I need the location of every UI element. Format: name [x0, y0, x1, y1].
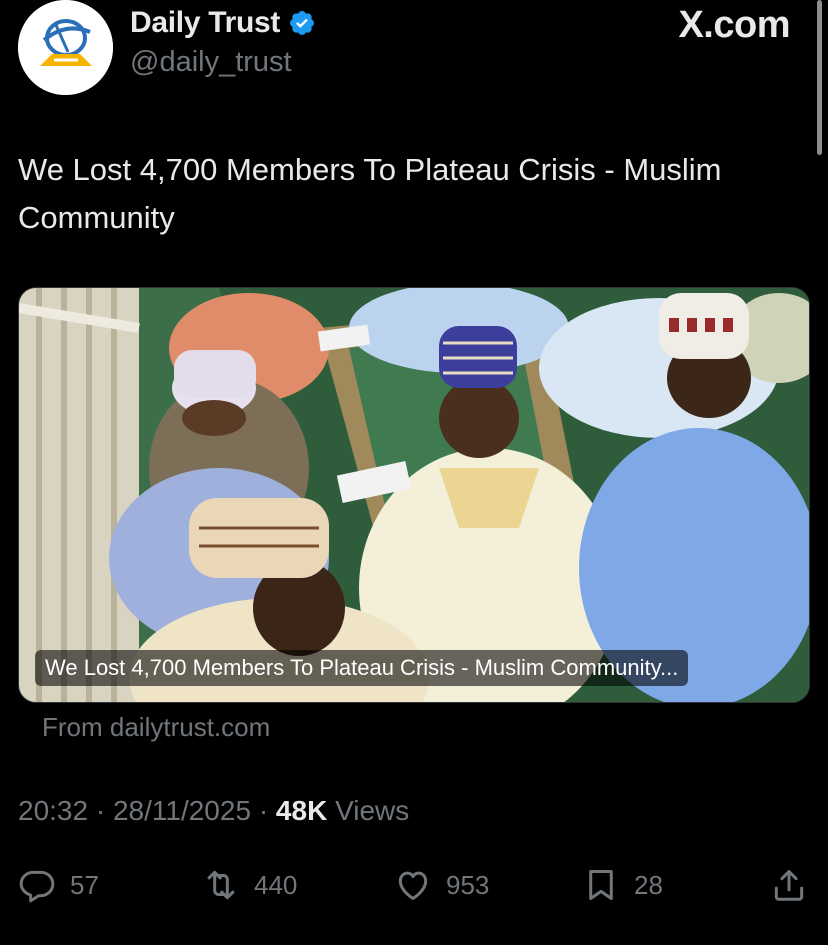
- brand-watermark: X.com: [678, 4, 790, 46]
- meta-separator: ·: [258, 795, 269, 826]
- reply-count: 57: [70, 869, 99, 900]
- views-label: Views: [335, 795, 410, 826]
- scrollbar[interactable]: [817, 0, 822, 155]
- card-caption: We Lost 4,700 Members To Plateau Crisis …: [35, 650, 689, 686]
- avatar[interactable]: [18, 0, 113, 95]
- meta-separator: ·: [95, 795, 106, 826]
- handle[interactable]: @daily_trust: [130, 46, 292, 79]
- tweet-meta: 20:32 · 28/11/2025 · 48K Views: [18, 795, 409, 827]
- share-icon: [774, 870, 804, 901]
- verified-badge-icon: [290, 11, 315, 35]
- daily-trust-logo: [18, 0, 113, 95]
- tweet-header: Daily Trust @daily_trust X.com: [0, 0, 828, 110]
- repost-icon: [207, 870, 235, 900]
- like-count: 953: [446, 869, 490, 900]
- tweet-date[interactable]: 28/11/2025: [113, 795, 251, 826]
- bookmark-button[interactable]: 28: [582, 860, 663, 910]
- repost-count: 440: [254, 869, 298, 900]
- name-row: Daily Trust: [130, 6, 316, 40]
- card-image: [19, 288, 809, 702]
- action-bar: 57 440 953 28: [0, 860, 828, 910]
- views-count: 48K: [275, 795, 328, 826]
- card-source[interactable]: From dailytrust.com: [42, 712, 270, 743]
- display-name[interactable]: Daily Trust: [130, 6, 280, 40]
- share-button[interactable]: [770, 860, 808, 910]
- repost-button[interactable]: 440: [202, 860, 297, 910]
- like-button[interactable]: 953: [394, 860, 489, 910]
- reply-button[interactable]: 57: [18, 860, 99, 910]
- tweet-text: We Lost 4,700 Members To Plateau Crisis …: [18, 152, 722, 235]
- reply-icon: [19, 870, 55, 903]
- link-card[interactable]: We Lost 4,700 Members To Plateau Crisis …: [18, 287, 810, 703]
- like-icon: [398, 871, 428, 900]
- tweet-time[interactable]: 20:32: [18, 795, 88, 826]
- bookmark-icon: [589, 870, 613, 900]
- bookmark-count: 28: [634, 869, 663, 900]
